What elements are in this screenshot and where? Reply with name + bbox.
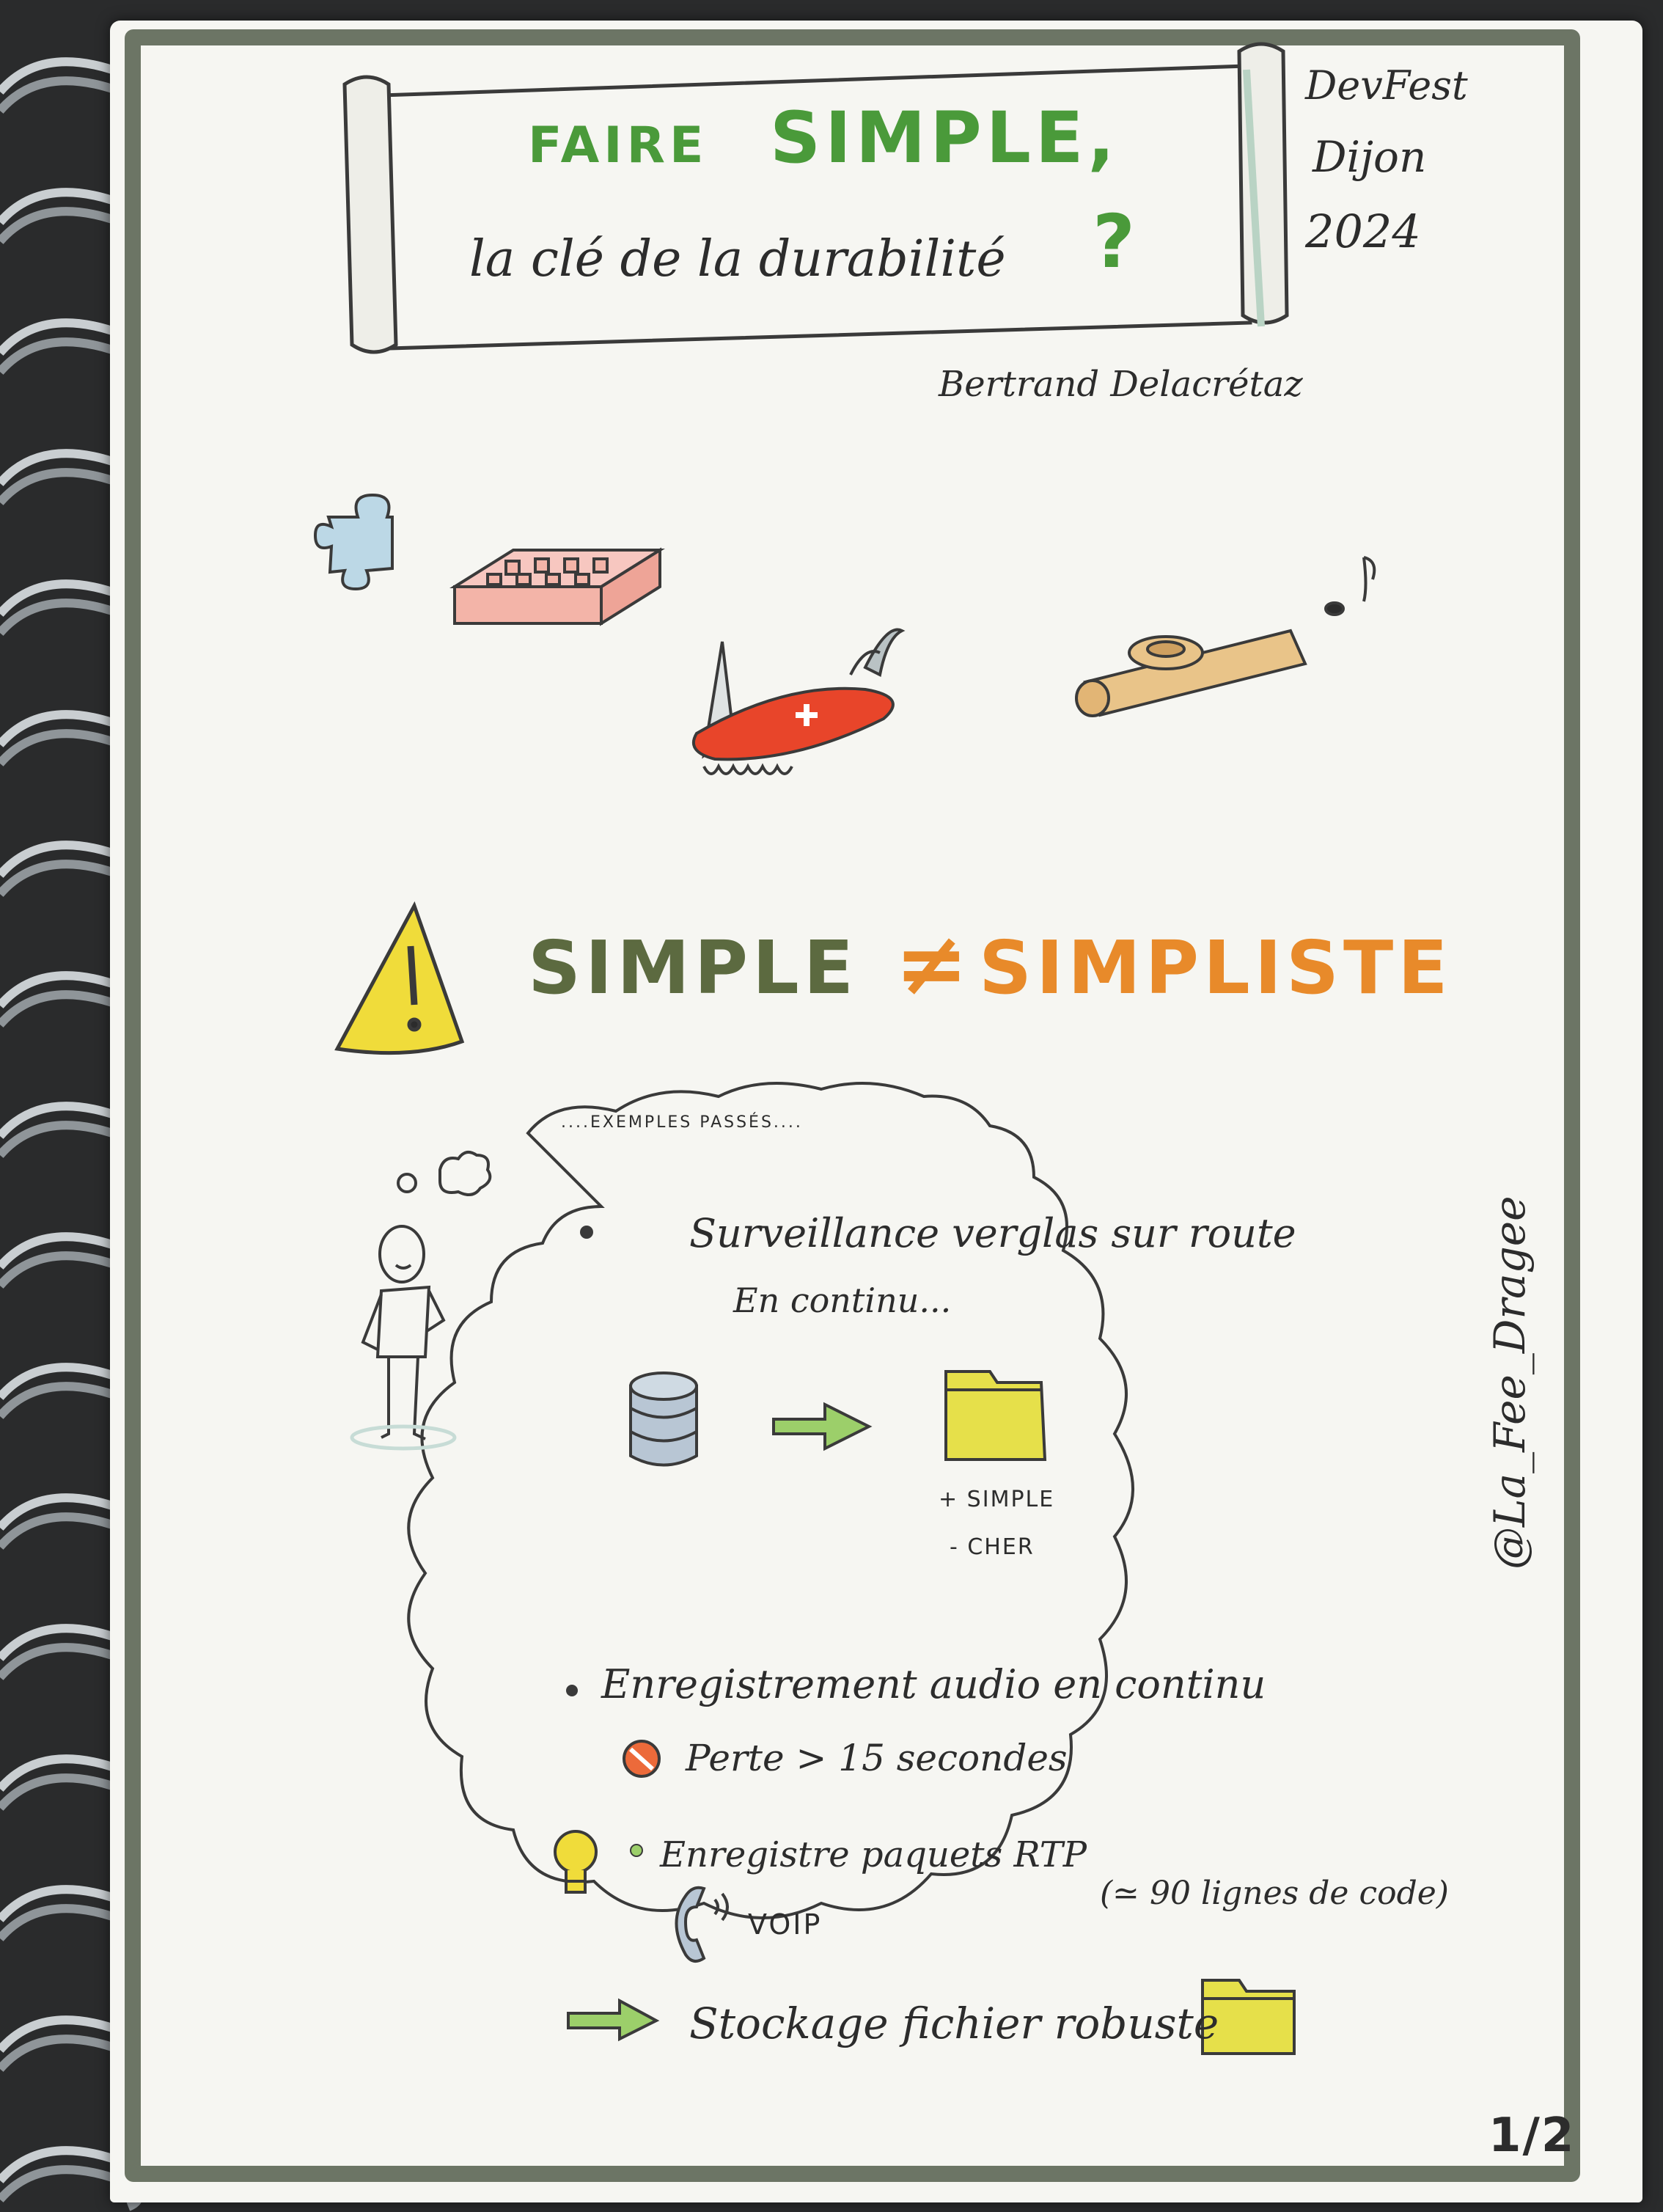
arrow-right-icon-2 (567, 1998, 660, 2042)
item2-loss: Perte > 15 secondes (686, 1737, 1068, 1779)
title-simple: SIMPLE, (770, 97, 1119, 179)
folder-icon (944, 1370, 1047, 1461)
title-faire: FAIRE (528, 117, 708, 175)
item1-title: Surveillance verglas sur route (689, 1210, 1296, 1256)
prohibited-icon (623, 1740, 661, 1778)
bullet-2 (566, 1685, 578, 1696)
warning-simpliste: SIMPLISTE (979, 925, 1453, 1011)
puzzle-piece-icon (313, 493, 394, 591)
item4-text: Stockage fichier robuste (689, 1999, 1219, 2048)
item1-pro-simple: + SIMPLE (939, 1487, 1055, 1512)
warning-simple: SIMPLE (528, 925, 859, 1011)
title-question-mark: ? (1093, 199, 1140, 285)
kazoo-icon (1075, 556, 1376, 717)
event-year: 2024 (1305, 205, 1421, 258)
item3-title: Enregistre paquets RTP (660, 1834, 1087, 1875)
item3-voip: VOIP (748, 1908, 823, 1941)
title-subtitle: la clé de la durabilité (469, 230, 1006, 288)
title-scroll (342, 42, 1289, 354)
page-number: 1/2 (1488, 2109, 1576, 2163)
lightbulb-icon (554, 1830, 598, 1894)
event-city: Dijon (1313, 132, 1427, 182)
event-name: DevFest (1305, 62, 1468, 109)
cloud-heading: ....EXEMPLES PASSÉS.... (561, 1113, 803, 1132)
author: Bertrand Delacrétaz (939, 364, 1303, 405)
item1-subtitle: En continu... (733, 1281, 952, 1320)
database-icon (629, 1371, 698, 1467)
warning-triangle-icon (334, 901, 465, 1055)
item2-title: Enregistrement audio en continu (601, 1661, 1266, 1707)
lego-brick-icon (449, 547, 665, 626)
item3-note: (≃ 90 lignes de code) (1100, 1875, 1449, 1912)
bullet-3 (630, 1844, 643, 1857)
bullet-1 (580, 1226, 593, 1239)
swiss-knife-icon (691, 628, 906, 775)
warning-neq: ≠ (895, 913, 973, 1015)
item1-pro-cher: - CHER (950, 1534, 1035, 1560)
credit-handle: @La_Fee_Dragee (1485, 1195, 1535, 1570)
